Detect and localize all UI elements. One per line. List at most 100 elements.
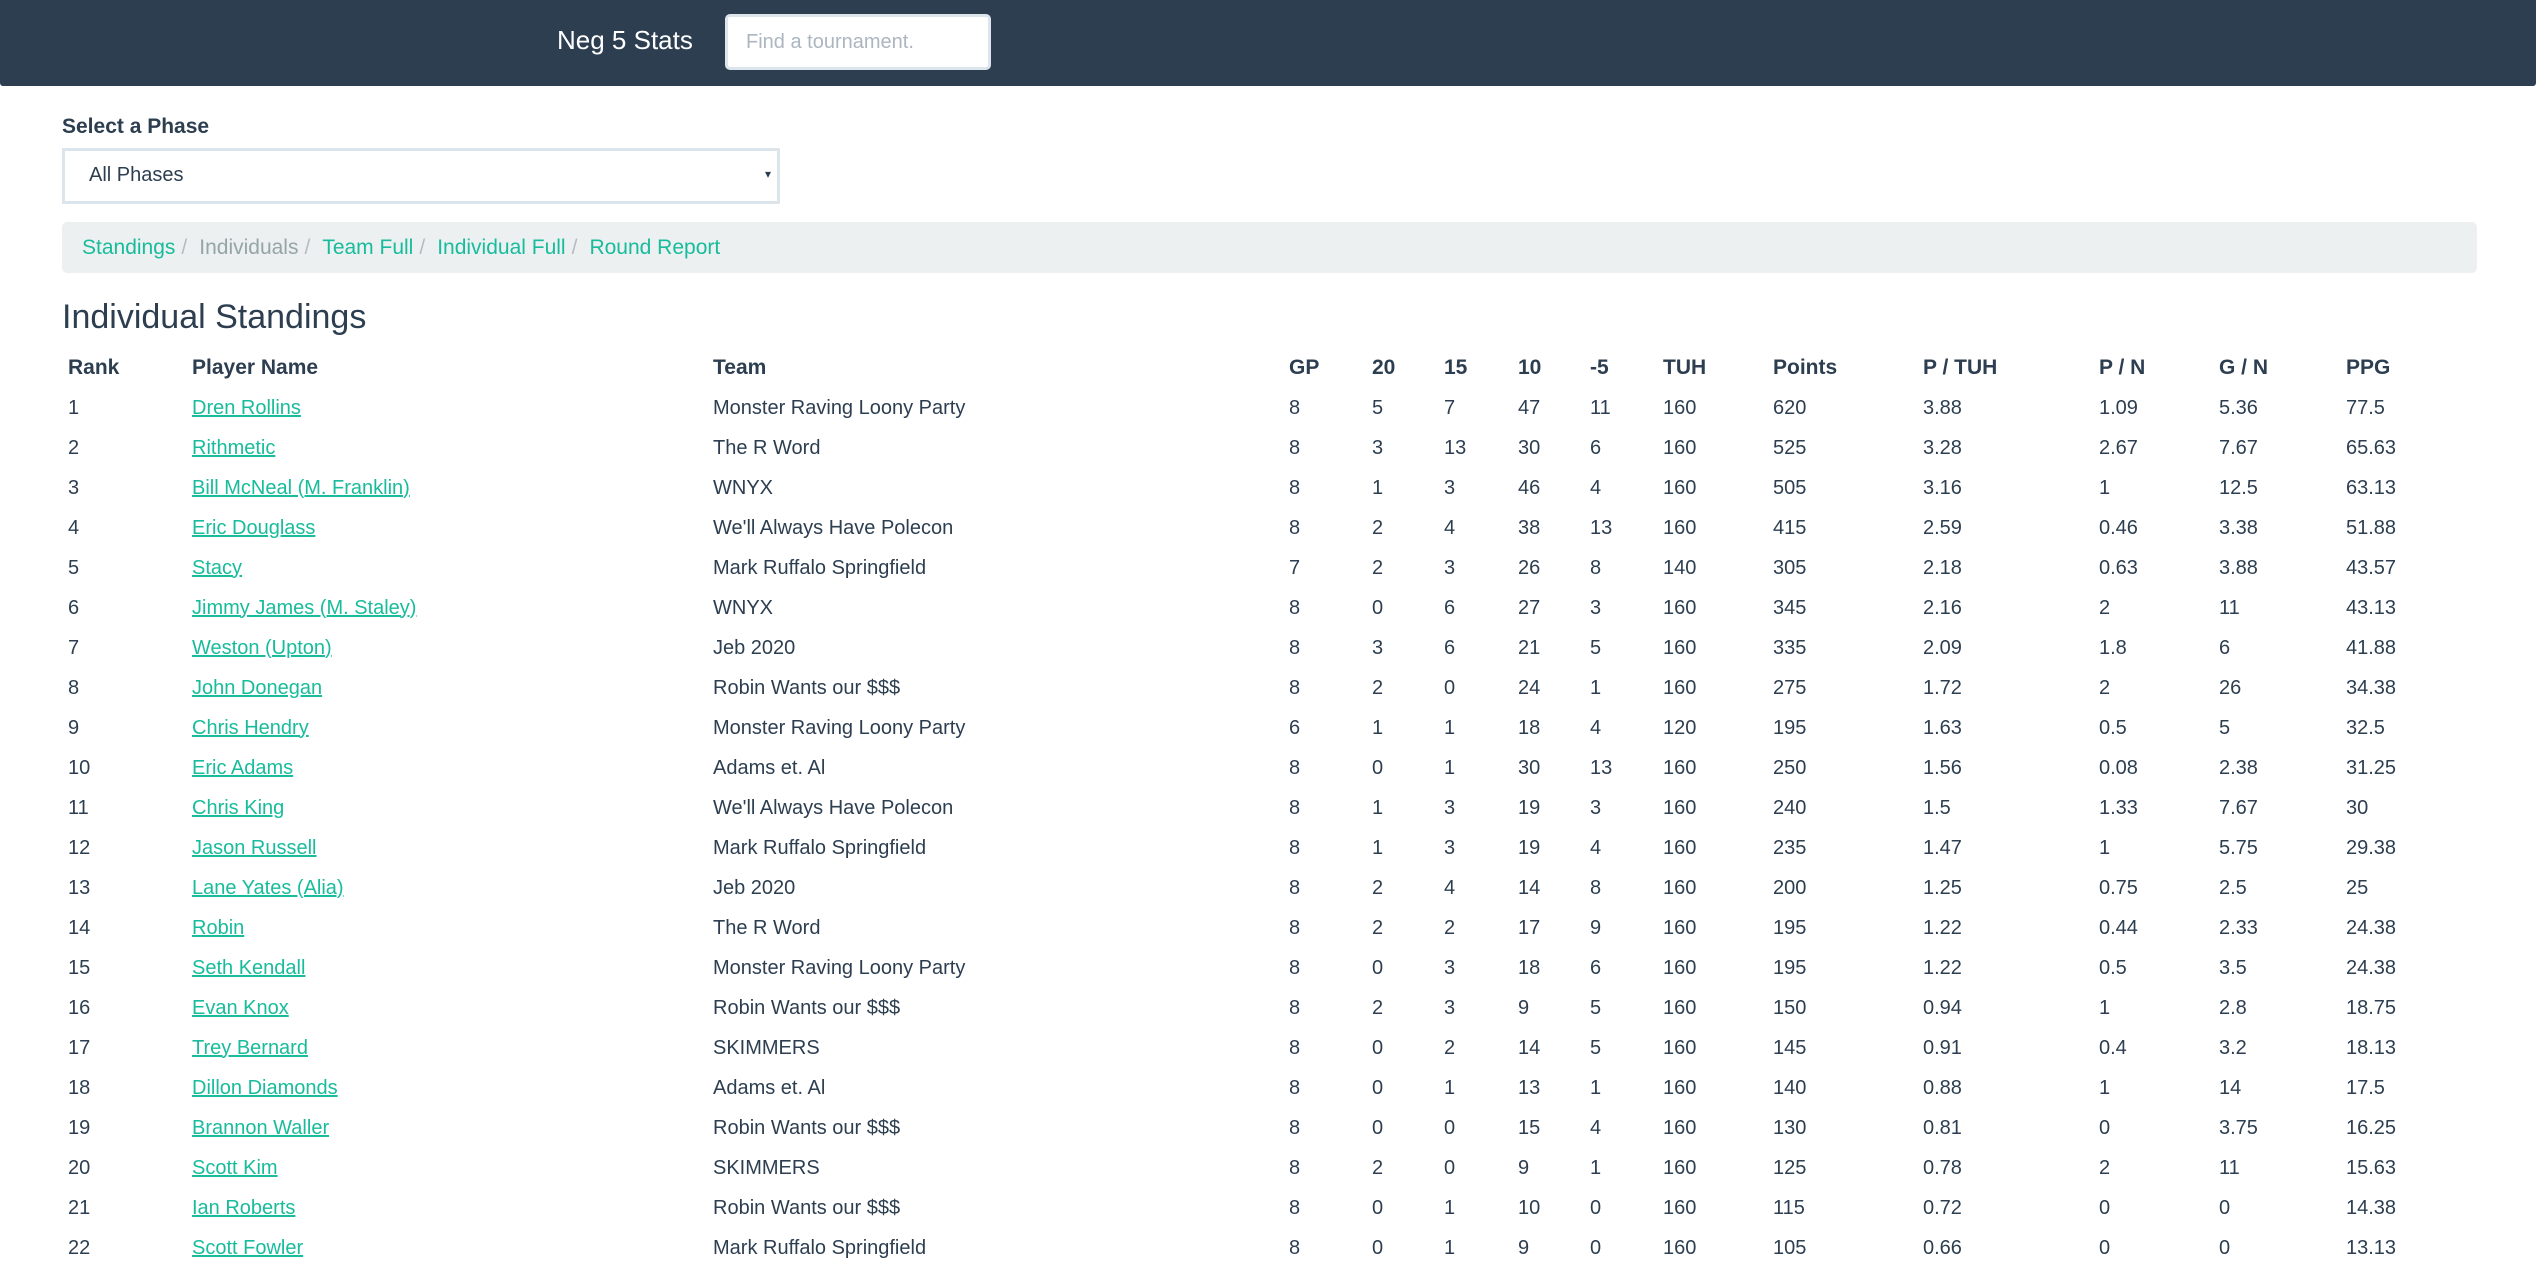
player-link[interactable]: Seth Kendall	[192, 957, 305, 979]
player-link[interactable]: Eric Adams	[192, 757, 293, 779]
column-header-20[interactable]: 20	[1366, 348, 1438, 388]
cell-15: 1	[1444, 716, 1456, 739]
table-row: 12 Jason Russell Mark Ruffalo Springfield 8…	[62, 828, 2460, 868]
cell-gp: 8	[1289, 476, 1301, 499]
table-row: 5 Stacy Mark Ruffalo Springfield 7 2 3 26 8 140 3…	[62, 548, 2460, 588]
column-header-p-per-tuh[interactable]: P / TUH	[1917, 348, 2093, 388]
player-link[interactable]: Trey Bernard	[192, 1037, 308, 1059]
cell-player-name: Trey Bernard	[186, 1028, 707, 1068]
cell-points: 115	[1773, 1196, 1805, 1219]
column-header-gp[interactable]: GP	[1283, 348, 1366, 388]
tournament-search-input[interactable]	[725, 14, 991, 70]
column-header-15[interactable]: 15	[1438, 348, 1512, 388]
column-header-player-name[interactable]: Player Name	[186, 348, 707, 388]
cell-20: 1	[1372, 836, 1384, 859]
cell-gp: 8	[1289, 396, 1301, 419]
cell-15: 0	[1444, 676, 1456, 699]
cell-tuh: 160	[1663, 1236, 1697, 1259]
column-header-ppg[interactable]: PPG	[2340, 348, 2460, 388]
cell-player-name: Chris King	[186, 788, 707, 828]
player-link[interactable]: Robin	[192, 917, 244, 939]
cell-p-per-tuh: 2.18	[1923, 556, 1962, 579]
player-link[interactable]: Eric Douglass	[192, 517, 315, 539]
brand-title[interactable]: Neg 5 Stats	[557, 22, 693, 58]
player-link[interactable]: Bill McNeal (M. Franklin)	[192, 477, 410, 499]
player-link[interactable]: Ian Roberts	[192, 1197, 295, 1219]
player-link[interactable]: Scott Kim	[192, 1157, 278, 1179]
caret-down-icon: ▾	[764, 167, 771, 181]
player-link[interactable]: Dillon Diamonds	[192, 1077, 338, 1099]
cell-rank: 20	[68, 1156, 91, 1179]
breadcrumb-standings[interactable]: Standings	[82, 236, 175, 260]
cell-p-per-n: 2	[2099, 676, 2111, 699]
cell-15: 6	[1444, 596, 1456, 619]
cell-team: WNYX	[713, 476, 773, 499]
cell-points: 150	[1773, 996, 1807, 1019]
player-link[interactable]: John Donegan	[192, 677, 322, 699]
phase-select[interactable]: All Phases ▾	[62, 148, 780, 204]
cell-10: 38	[1518, 516, 1541, 539]
cell-player-name: Seth Kendall	[186, 948, 707, 988]
cell-20: 2	[1372, 876, 1384, 899]
player-link[interactable]: Chris King	[192, 797, 284, 819]
cell-player-name: Rithmetic	[186, 428, 707, 468]
cell-neg5: 13	[1590, 516, 1613, 539]
column-header-rank[interactable]: Rank	[62, 348, 186, 388]
column-header-g-per-n[interactable]: G / N	[2213, 348, 2340, 388]
table-row: 14 Robin The R Word 8 2 2 17 9 160 195 1.22 0.44 2.3…	[62, 908, 2460, 948]
cell-neg5: 1	[1590, 676, 1602, 699]
cell-p-per-tuh: 0.88	[1923, 1076, 1962, 1099]
column-header-points[interactable]: Points	[1767, 348, 1917, 388]
cell-team: Jeb 2020	[713, 636, 796, 659]
cell-20: 3	[1372, 436, 1384, 459]
table-row: 4 Eric Douglass We'll Always Have Polecon 8…	[62, 508, 2460, 548]
cell-20: 1	[1372, 476, 1384, 499]
player-link[interactable]: Brannon Waller	[192, 1117, 329, 1139]
breadcrumb-individual-full[interactable]: Individual Full	[437, 236, 565, 260]
player-link[interactable]: Dren Rollins	[192, 397, 301, 419]
cell-tuh: 160	[1663, 996, 1697, 1019]
cell-team: SKIMMERS	[713, 1156, 820, 1179]
cell-tuh: 160	[1663, 1036, 1697, 1059]
cell-20: 2	[1372, 676, 1384, 699]
cell-15: 4	[1444, 516, 1456, 539]
player-link[interactable]: Evan Knox	[192, 997, 289, 1019]
cell-p-per-n: 1	[2099, 1076, 2111, 1099]
phase-select-value: All Phases	[89, 164, 184, 186]
cell-points: 195	[1773, 916, 1807, 939]
player-link[interactable]: Lane Yates (Alia)	[192, 877, 344, 899]
column-header-team[interactable]: Team	[707, 348, 1283, 388]
player-link[interactable]: Chris Hendry	[192, 717, 309, 739]
cell-rank: 16	[68, 996, 91, 1019]
cell-10: 46	[1518, 476, 1541, 499]
column-header-neg5[interactable]: -5	[1584, 348, 1657, 388]
cell-neg5: 8	[1590, 556, 1602, 579]
cell-p-per-n: 0	[2099, 1196, 2111, 1219]
table-row: 19 Brannon Waller Robin Wants our $$$ 8 0 0 15…	[62, 1108, 2460, 1148]
cell-player-name: Robin	[186, 908, 707, 948]
breadcrumb-round-report[interactable]: Round Report	[589, 236, 720, 260]
player-link[interactable]: Jason Russell	[192, 837, 317, 859]
player-link[interactable]: Rithmetic	[192, 437, 275, 459]
column-header-10[interactable]: 10	[1512, 348, 1584, 388]
player-link[interactable]: Stacy	[192, 557, 242, 579]
player-link[interactable]: Jimmy James (M. Staley)	[192, 597, 416, 619]
cell-10: 19	[1518, 796, 1541, 819]
player-link[interactable]: Scott Fowler	[192, 1237, 303, 1259]
cell-points: 235	[1773, 836, 1807, 859]
cell-15: 6	[1444, 636, 1456, 659]
player-link[interactable]: Weston (Upton)	[192, 637, 332, 659]
cell-neg5: 3	[1590, 796, 1602, 819]
cell-p-per-tuh: 1.25	[1923, 876, 1962, 899]
page-title: Individual Standings	[62, 298, 367, 336]
cell-20: 1	[1372, 796, 1384, 819]
cell-g-per-n: 2.38	[2219, 756, 2258, 779]
cell-player-name: Jason Russell	[186, 828, 707, 868]
breadcrumb-team-full[interactable]: Team Full	[322, 236, 413, 260]
cell-15: 3	[1444, 476, 1456, 499]
cell-rank: 10	[68, 756, 91, 779]
cell-g-per-n: 14	[2219, 1076, 2242, 1099]
column-header-tuh[interactable]: TUH	[1657, 348, 1767, 388]
column-header-p-per-n[interactable]: P / N	[2093, 348, 2213, 388]
cell-p-per-n: 1.09	[2099, 396, 2138, 419]
